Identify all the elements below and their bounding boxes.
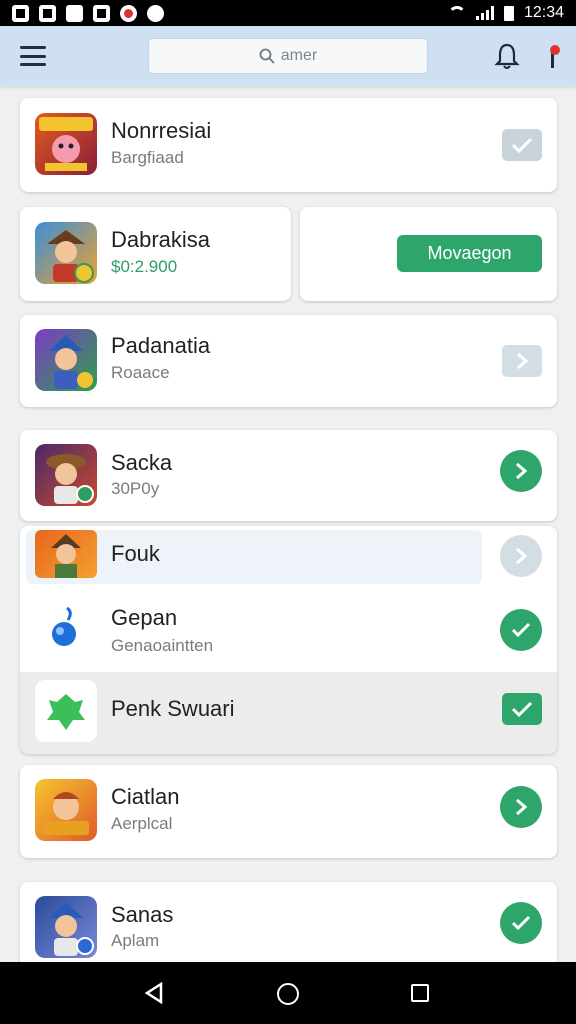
item-title: Sanas: [111, 902, 174, 927]
item-title: Nonrresiai: [111, 118, 212, 143]
chevron-right-icon: [516, 462, 528, 480]
chevron-right-icon: [516, 798, 528, 816]
battery-icon: [503, 5, 514, 21]
app-icon: [35, 598, 97, 660]
app-icon: [35, 222, 97, 284]
shield-notification-icon: [66, 4, 83, 22]
check-toggle[interactable]: [502, 129, 542, 161]
check-icon: [511, 622, 531, 638]
move-button[interactable]: Movaegon: [397, 235, 542, 272]
item-title: Gepan: [111, 605, 178, 630]
clock: 12:34: [523, 4, 564, 21]
open-button[interactable]: [500, 450, 542, 492]
action-card: Movaegon: [300, 207, 557, 301]
item-title: Ciatlan: [111, 784, 180, 809]
item-title: Dabrakisa: [111, 227, 211, 252]
list-item[interactable]: Sacka 30P0y: [20, 430, 557, 521]
app-notification-icon: [93, 4, 110, 22]
item-title: Sacka: [111, 450, 173, 475]
list-group: Fouk Gepan Genaoaintten Penk Swuari: [20, 526, 557, 754]
home-icon[interactable]: [277, 983, 299, 1005]
system-nav-bar: [0, 962, 576, 1024]
item-subtitle: Bargfiaad: [111, 148, 184, 167]
check-icon: [511, 137, 533, 154]
list-item[interactable]: Padanatia Roaace: [20, 315, 557, 407]
list-item[interactable]: [20, 672, 557, 754]
open-button[interactable]: [500, 535, 542, 577]
item-title: Fouk: [111, 541, 160, 566]
list-item[interactable]: Dabrakisa $0:2.900: [20, 207, 291, 301]
record-notification-icon: [120, 4, 137, 22]
item-price: $0:2.900: [111, 257, 178, 276]
search-input[interactable]: amer: [148, 38, 428, 74]
item-subtitle: Aerplcal: [111, 814, 173, 833]
app-icon: [35, 444, 97, 506]
check-icon: [511, 915, 531, 931]
item-subtitle: Aplam: [111, 931, 160, 950]
list-item[interactable]: Sanas Aplam: [20, 882, 557, 970]
wifi-icon: [447, 6, 466, 20]
list-item[interactable]: [20, 590, 557, 670]
item-subtitle: Genaoaintten: [111, 636, 214, 655]
item-subtitle: 30P0y: [111, 479, 160, 498]
app-icon: [35, 779, 97, 841]
search-icon: [259, 48, 275, 64]
app-icon: [35, 680, 97, 742]
app-icon: [35, 530, 97, 578]
alert-icon[interactable]: [546, 44, 560, 70]
back-icon[interactable]: [144, 982, 164, 1004]
photo-notification-icon: [12, 4, 29, 22]
search-placeholder: amer: [280, 47, 318, 64]
open-button[interactable]: [500, 786, 542, 828]
app-icon: [35, 113, 97, 175]
gallery-notification-icon: [39, 4, 56, 22]
recents-icon[interactable]: [411, 984, 429, 1002]
list-item[interactable]: Ciatlan Aerplcal: [20, 765, 557, 858]
chevron-right-icon: [517, 352, 529, 370]
item-title: Penk Swuari: [111, 696, 235, 721]
app-icon: [35, 896, 97, 958]
check-icon: [511, 701, 533, 718]
list-item[interactable]: Nonrresiai Bargfiaad: [20, 98, 557, 192]
menu-icon[interactable]: [20, 46, 46, 66]
status-bar: 12:34: [0, 0, 576, 26]
signal-icon: [475, 6, 494, 20]
update-notification-icon: [147, 4, 164, 22]
check-toggle[interactable]: [502, 693, 542, 725]
app-icon: [35, 329, 97, 391]
check-toggle[interactable]: [500, 609, 542, 651]
item-subtitle: Roaace: [111, 363, 170, 382]
check-toggle[interactable]: [500, 902, 542, 944]
chevron-right-icon: [516, 547, 528, 565]
open-button[interactable]: [502, 345, 542, 377]
item-title: Padanatia: [111, 333, 211, 358]
bell-icon[interactable]: [494, 42, 520, 70]
app-bar: amer: [0, 26, 576, 86]
